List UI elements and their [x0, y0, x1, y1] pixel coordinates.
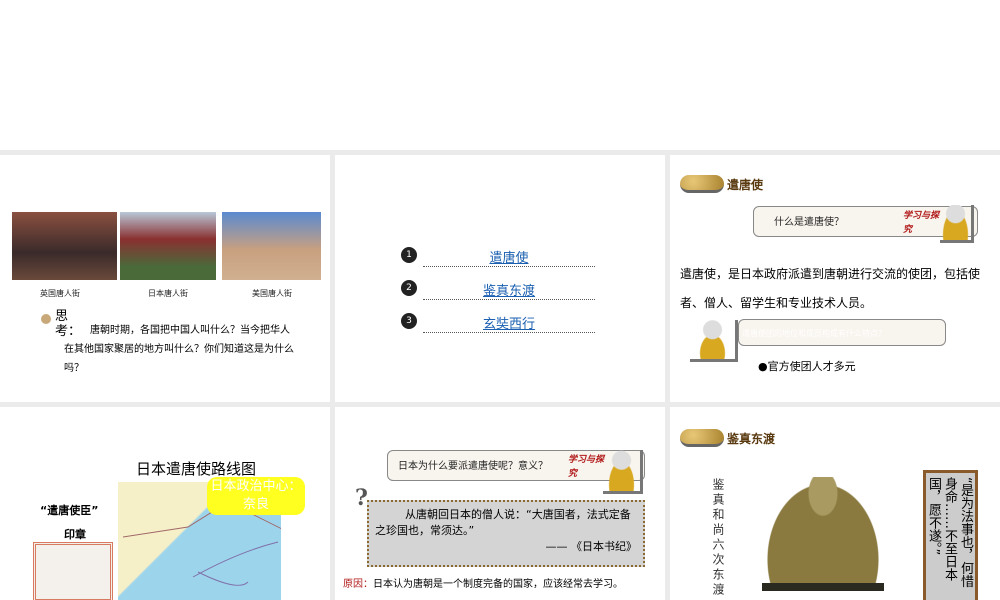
section-title: 鉴真东渡: [727, 431, 776, 446]
photo-us-chinatown: [222, 212, 321, 280]
number-badge: 3: [401, 313, 417, 329]
toc-link-xuanzang[interactable]: 玄奘西行: [423, 313, 595, 333]
slide-thumbnail-6[interactable]: 鉴真东渡 鉴真和尚六次东渡 “是为法事也，何惜身命……不至日本国，愿不遂。”: [670, 407, 1000, 600]
section-header: 鉴真东渡: [680, 429, 775, 447]
bullet-dot-icon: [41, 314, 51, 324]
caption: 美国唐人街: [252, 289, 292, 298]
statue-base: [762, 583, 884, 591]
quote-source: —— 《日本书纪》: [545, 540, 638, 553]
slide-thumbnail-3[interactable]: 遣唐使 什么是遣唐使？ 学习与探究 遣唐使，是日本政府派遣到唐朝进行交流的使团，…: [670, 155, 1000, 402]
cloud-ornament-icon: [680, 429, 724, 447]
slide-thumbnail-4[interactable]: 日本遣唐使路线图 “遣唐使臣” 印章 日本政治中心：奈良: [0, 407, 330, 600]
callout-nara: 日本政治中心：奈良: [207, 477, 305, 515]
photo-uk-chinatown: [12, 212, 117, 280]
caption: 英国唐人街: [40, 289, 80, 298]
reason-label: 原因：: [343, 579, 373, 590]
seal-image: [33, 542, 113, 600]
toc-link-jianzhen[interactable]: 鉴真东渡: [423, 280, 595, 300]
jianzhen-statue-image: [762, 477, 884, 587]
study-badge: 学习与探究: [568, 455, 605, 479]
seal-label: “遣唐使臣”: [40, 504, 99, 517]
section-title: 遣唐使: [727, 177, 764, 192]
seal-label-2: 印章: [64, 528, 86, 541]
question-mark-icon: ?: [355, 485, 368, 511]
bullet-text: ●官方使团人才多元: [758, 360, 856, 373]
think-question: 唐朝时期，各国把中国人叫什么？当今把华人在其他国家聚居的地方叫什么？你们知道这是…: [64, 325, 294, 374]
editor-top-area: [0, 0, 1000, 150]
slide-thumbnail-2[interactable]: 1 遣唐使 2 鉴真东渡 3 玄奘西行: [335, 155, 665, 402]
question-box-2: 遣唐使团的地位和成员构成有什么特点？: [738, 319, 946, 346]
vertical-caption: 鉴真和尚六次东渡: [711, 478, 725, 598]
thinker-figure-icon: [690, 320, 738, 362]
reason-text: 日本认为唐朝是一个制度完备的国家，应该经常去学习。: [373, 579, 623, 590]
toc-link-qiantangshi[interactable]: 遣唐使: [423, 247, 595, 267]
caption: 日本唐人街: [148, 289, 188, 298]
section-header: 遣唐使: [680, 175, 763, 193]
thinker-figure-icon: [940, 205, 974, 243]
quote-text: 从唐朝回日本的僧人说：“大唐国者，法式定备之珍国也，常须达。”: [375, 508, 631, 537]
definition-text: 遣唐使，是日本政府派遣到唐朝进行交流的使团，包括使者、僧人、留学生和专业技术人员…: [680, 267, 981, 310]
quote-scroll: “是为法事也，何惜身命……不至日本国，愿不遂。”: [923, 470, 978, 600]
slide-thumbnail-5[interactable]: 日本为什么要派遣唐使呢？意义？ 学习与探究 ? 从唐朝回日本的僧人说：“大唐国者…: [335, 407, 665, 600]
photo-japan-chinatown: [120, 212, 216, 280]
study-badge: 学习与探究: [903, 211, 940, 235]
thinker-figure-icon: [603, 450, 643, 494]
cloud-ornament-icon: [680, 175, 724, 193]
number-badge: 2: [401, 280, 417, 296]
map-title: 日本遣唐使路线图: [136, 460, 257, 478]
number-badge: 1: [401, 247, 417, 263]
slide-thumbnail-1[interactable]: 英国唐人街 日本唐人街 美国唐人街 思考： 唐朝时期，各国把中国人叫什么？当今把…: [0, 155, 330, 402]
